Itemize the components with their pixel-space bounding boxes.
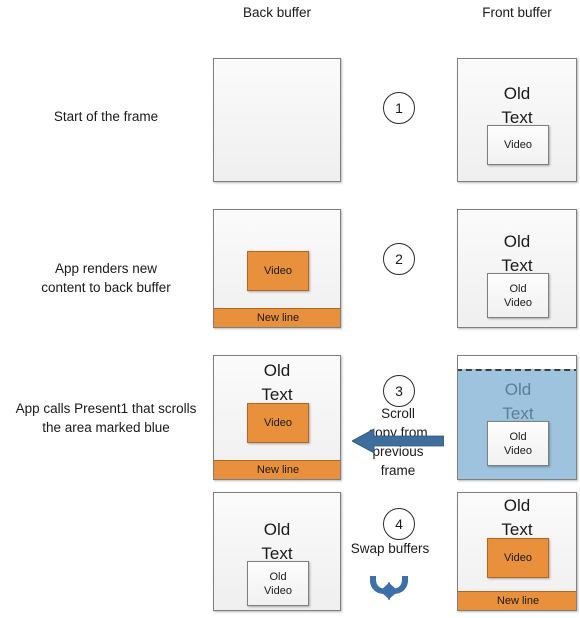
swap-caption: Swap buffers (350, 541, 430, 556)
step-number-3: 3 (383, 375, 415, 407)
front-buffer-text-old-1: Old (503, 84, 531, 103)
back-buffer-step-4: Old Text Old Video (213, 492, 341, 611)
front-buffer-text-old-3: Old (504, 380, 532, 399)
left-arrow-icon (352, 428, 444, 454)
front-buffer-video-box-3: Old Video (487, 421, 549, 466)
front-buffer-text-text-4: Text (501, 520, 533, 539)
back-buffer-text-text-3: Text (261, 385, 293, 404)
front-buffer-video-box-2: Old Video (487, 273, 549, 318)
row-label-step-3-line2: the area marked blue (42, 420, 170, 435)
back-buffer-step-1 (213, 58, 341, 182)
scroll-caption-line4: frame (380, 463, 416, 478)
back-buffer-step-2: Video New line (213, 209, 341, 328)
back-buffer-step-3: Old Text Video New line (213, 355, 341, 480)
row-label-step-2: App renders new content to back buffer (0, 259, 212, 297)
step-number-1: 1 (383, 92, 415, 124)
row-label-step-3: App calls Present1 that scrolls the area… (0, 399, 212, 437)
row-label-step-1: Start of the frame (53, 109, 159, 124)
back-buffer-new-line-bar-2: New line (214, 308, 340, 327)
back-buffer-video-label-line1-4: Old (269, 570, 287, 583)
column-header-front-buffer: Front buffer (482, 5, 552, 20)
front-buffer-text-old-2: Old (503, 232, 531, 251)
front-buffer-video-label-line1-3: Old (509, 430, 527, 443)
scroll-caption-line1: Scroll (381, 406, 415, 421)
front-buffer-step-4: Old Text Video New line (457, 492, 577, 611)
back-buffer-video-box-4: Old Video (247, 561, 309, 606)
front-buffer-video-label-line1-2: Old (509, 282, 527, 295)
row-label-step-2-line1: App renders new (54, 261, 158, 276)
back-buffer-video-box-2: Video (247, 251, 309, 291)
front-buffer-video-label-line2-2: Video (504, 296, 532, 309)
row-label-step-2-line2: content to back buffer (41, 280, 171, 295)
scroll-blue-region: Old Text Old Video (458, 369, 576, 479)
back-buffer-text-old-4: Old (263, 520, 291, 539)
front-buffer-step-1: Old Text Video (457, 58, 577, 182)
back-buffer-new-line-bar-3: New line (214, 460, 340, 479)
front-buffer-step-3: Old Text Old Video (457, 355, 577, 480)
front-buffer-video-box-1: Video (487, 125, 549, 165)
column-header-back-buffer: Back buffer (242, 5, 312, 20)
front-buffer-text-old-4: Old (503, 496, 531, 515)
swap-buffers-icon (370, 576, 408, 600)
front-buffer-video-label-line2-3: Video (504, 444, 532, 457)
step-number-2: 2 (383, 243, 415, 275)
back-buffer-text-old-3: Old (263, 361, 291, 380)
front-buffer-step-2: Old Text Old Video (457, 209, 577, 328)
row-label-step-3-line1: App calls Present1 that scrolls (15, 401, 197, 416)
back-buffer-video-box-3: Video (247, 403, 309, 443)
back-buffer-video-label-line2-4: Video (264, 584, 292, 597)
front-buffer-video-box-4: Video (487, 538, 549, 578)
front-buffer-new-line-bar-4: New line (458, 591, 576, 610)
step-number-4: 4 (383, 508, 415, 540)
